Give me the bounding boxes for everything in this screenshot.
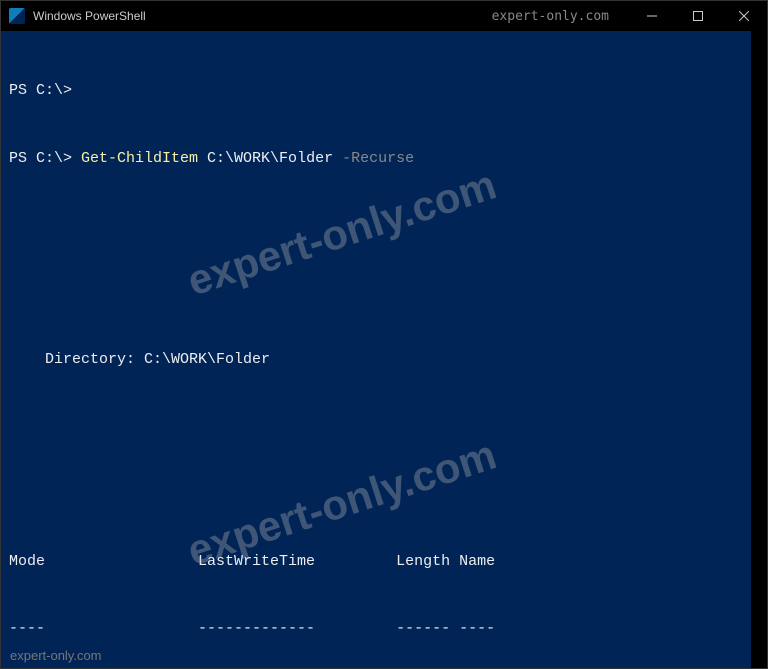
prompt: PS C:\> xyxy=(9,150,81,167)
powershell-icon xyxy=(9,8,25,24)
minimize-button[interactable] xyxy=(629,1,675,31)
blank-line xyxy=(9,484,743,506)
minimize-icon xyxy=(647,11,657,21)
prompt: PS C:\> xyxy=(9,82,72,99)
close-button[interactable] xyxy=(721,1,767,31)
directory-heading: Directory: C:\WORK\Folder xyxy=(9,349,743,372)
maximize-button[interactable] xyxy=(675,1,721,31)
titlebar[interactable]: Windows PowerShell expert-only.com xyxy=(1,1,767,31)
cmd-flag: -Recurse xyxy=(342,150,414,167)
terminal-body[interactable]: PS C:\> PS C:\> Get-ChildItem C:\WORK\Fo… xyxy=(1,31,767,668)
command-line: PS C:\> Get-ChildItem C:\WORK\Folder -Re… xyxy=(9,148,743,171)
cmd-arg-path: C:\WORK\Folder xyxy=(198,150,342,167)
window-controls xyxy=(629,1,767,31)
table-header: Mode LastWriteTime Length Name xyxy=(9,551,743,574)
table-divider: ---- ------------- ------ ---- xyxy=(9,618,743,641)
prompt-line: PS C:\> xyxy=(9,80,743,103)
maximize-icon xyxy=(693,11,703,21)
window-title: Windows PowerShell xyxy=(33,9,146,23)
blank-line xyxy=(9,215,743,237)
powershell-window: Windows PowerShell expert-only.com PS C:… xyxy=(0,0,768,669)
close-icon xyxy=(739,11,749,21)
blank-line xyxy=(9,417,743,439)
blank-line xyxy=(9,282,743,304)
cmdlet: Get-ChildItem xyxy=(81,150,198,167)
titlebar-watermark: expert-only.com xyxy=(492,9,609,24)
